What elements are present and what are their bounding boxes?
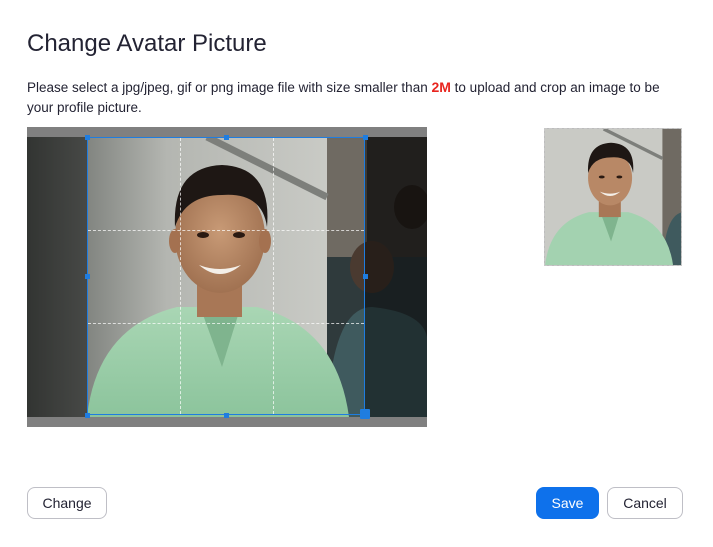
crop-handle-bottom[interactable] <box>224 413 229 418</box>
crop-handle-right[interactable] <box>363 274 368 279</box>
crop-shade-right <box>365 137 427 417</box>
crop-selection[interactable] <box>87 137 365 415</box>
dialog-description: Please select a jpg/jpeg, gif or png ima… <box>27 77 687 118</box>
dialog-title: Change Avatar Picture <box>27 30 267 57</box>
crop-guide-line <box>88 230 364 231</box>
crop-handle-left[interactable] <box>85 274 90 279</box>
size-limit: 2M <box>431 79 451 95</box>
crop-guide-line <box>273 138 274 414</box>
avatar-preview-image <box>545 129 681 265</box>
crop-handle-top-right[interactable] <box>363 135 368 140</box>
crop-handle-top[interactable] <box>224 135 229 140</box>
description-text-before: Please select a jpg/jpeg, gif or png ima… <box>27 80 432 95</box>
crop-handle-bottom-left[interactable] <box>85 413 90 418</box>
crop-handle-top-left[interactable] <box>85 135 90 140</box>
crop-guide-line <box>180 138 181 414</box>
cancel-button[interactable]: Cancel <box>607 487 683 519</box>
avatar-preview <box>544 128 682 266</box>
crop-handle-bottom-right[interactable] <box>360 409 370 419</box>
change-button[interactable]: Change <box>27 487 107 519</box>
crop-shade-left <box>27 137 87 417</box>
crop-editor[interactable] <box>27 127 427 427</box>
save-button[interactable]: Save <box>536 487 599 519</box>
crop-guide-line <box>88 323 364 324</box>
